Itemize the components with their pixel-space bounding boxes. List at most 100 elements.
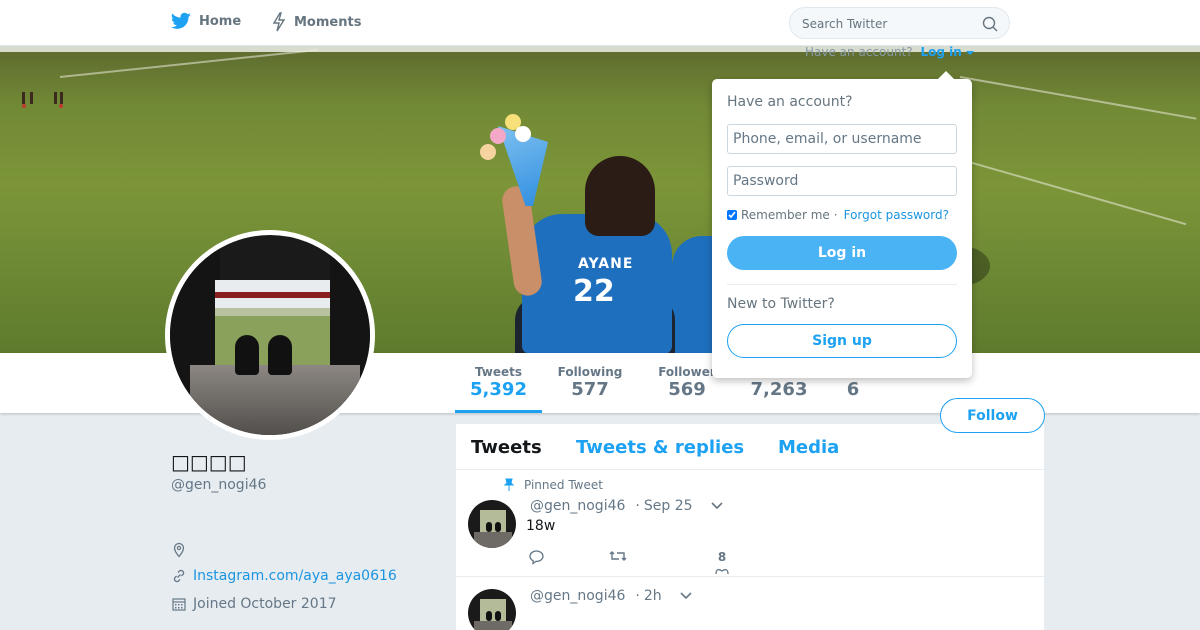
lightning-bolt-icon — [272, 12, 286, 32]
username-field[interactable] — [727, 124, 957, 154]
calendar-icon — [172, 598, 186, 611]
remember-separator: · — [833, 208, 838, 222]
search-icon[interactable] — [982, 16, 998, 32]
retweet-icon — [609, 551, 627, 561]
tweet-avatar-person — [495, 611, 501, 621]
tab-tweets[interactable]: Tweets — [471, 437, 542, 458]
login-link-label: Log in — [920, 45, 962, 59]
stat-following[interactable]: Following 577 — [550, 353, 630, 413]
remember-me-checkbox[interactable] — [727, 210, 737, 220]
pinned-tweet-text: Pinned Tweet — [524, 478, 603, 492]
tweet-avatar[interactable] — [468, 500, 516, 548]
caret-down-icon — [965, 51, 974, 55]
account-prompt-text: Have an account? — [805, 45, 913, 59]
heart-icon — [715, 568, 729, 574]
banner-flower — [480, 144, 496, 160]
tweet-item[interactable]: @gen_nogi46 · 2h — [456, 577, 1044, 630]
tweet-separator: · — [635, 498, 640, 514]
tweet-avatar-person — [486, 522, 492, 532]
tab-media[interactable]: Media — [778, 437, 839, 458]
profile-joined-label: Joined October 2017 — [193, 596, 337, 612]
profile-location — [171, 542, 187, 558]
banner-horizon — [0, 46, 1200, 52]
twitter-bird-icon — [171, 12, 191, 29]
reply-icon — [529, 550, 544, 565]
banner-flower — [515, 126, 531, 142]
stat-tweets[interactable]: Tweets 5,392 — [455, 353, 542, 413]
profile-website-link[interactable]: Instagram.com/aya_aya0616 — [193, 568, 397, 584]
tweet-avatar-floor — [474, 621, 512, 630]
jersey-number: 22 — [573, 274, 615, 309]
password-field[interactable] — [727, 166, 957, 196]
login-divider — [727, 284, 957, 285]
tweet-separator: · — [635, 588, 640, 604]
nav-home[interactable]: Home — [171, 12, 241, 30]
background-players — [20, 92, 70, 108]
stat-following-value: 577 — [571, 379, 609, 400]
remember-me-label[interactable]: Remember me — [741, 208, 830, 222]
banner-flower — [490, 128, 506, 144]
tweet-timestamp[interactable]: Sep 25 — [644, 498, 693, 514]
chevron-down-icon[interactable] — [710, 502, 723, 510]
tweet-timestamp[interactable]: 2h — [644, 588, 662, 604]
tweet-text: 18w — [526, 518, 556, 534]
search-box — [789, 7, 1010, 39]
tweet-header: @gen_nogi46 · 2h — [530, 588, 692, 604]
tab-tweets-and-replies[interactable]: Tweets & replies — [576, 437, 744, 458]
reply-button[interactable] — [528, 549, 545, 565]
tweet-avatar-window — [480, 599, 506, 621]
follow-button[interactable]: Follow — [940, 398, 1045, 433]
profile-name[interactable]: □□□□ — [171, 450, 247, 474]
pin-icon — [504, 478, 514, 491]
stat-followers-value: 569 — [668, 379, 706, 400]
avatar-person — [268, 335, 292, 375]
tweet-avatar-floor — [474, 532, 512, 548]
login-dropdown: Have an account? Remember me · Forgot pa… — [712, 71, 972, 378]
avatar-person — [235, 335, 259, 375]
tweet-avatar-window — [480, 510, 506, 532]
login-dropdown-toggle[interactable]: Log in — [920, 45, 974, 59]
nav-moments[interactable]: Moments — [272, 12, 361, 32]
stat-lists-value: 6 — [846, 379, 860, 400]
stat-following-label: Following — [557, 365, 623, 379]
tweet-item[interactable]: Pinned Tweet @gen_nogi46 · Sep 25 18w 8 — [456, 470, 1044, 577]
field-line — [59, 48, 319, 78]
jersey-name: AYANE — [578, 256, 634, 272]
tweet-handle[interactable]: @gen_nogi46 — [530, 588, 625, 604]
account-prompt: Have an account? Log in — [805, 45, 974, 59]
profile-avatar[interactable] — [165, 230, 375, 440]
signup-button[interactable]: Sign up — [727, 324, 957, 358]
link-icon — [173, 569, 185, 583]
forgot-password-link[interactable]: Forgot password? — [844, 208, 949, 222]
search-input[interactable] — [802, 14, 972, 34]
field-line — [959, 76, 1197, 120]
login-button[interactable]: Log in — [727, 236, 957, 270]
stat-tweets-value: 5,392 — [470, 379, 527, 400]
like-button[interactable]: 8 — [714, 550, 730, 574]
new-to-twitter-label: New to Twitter? — [727, 296, 835, 312]
chevron-down-icon[interactable] — [680, 592, 692, 600]
tweet-handle[interactable]: @gen_nogi46 — [530, 498, 625, 514]
timeline: Tweets Tweets & replies Media Pinned Twe… — [456, 424, 1044, 630]
tweet-avatar-person — [486, 611, 492, 621]
location-pin-icon — [173, 542, 185, 558]
nav-moments-label: Moments — [294, 14, 362, 30]
tweet-avatar[interactable] — [468, 589, 516, 630]
profile-website: Instagram.com/aya_aya0616 — [171, 568, 397, 584]
nav-home-label: Home — [199, 13, 242, 29]
like-count: 8 — [717, 550, 727, 564]
pinned-tweet-label: Pinned Tweet — [504, 478, 603, 492]
tweet-avatar-person — [495, 522, 501, 532]
banner-player-hair — [585, 156, 655, 236]
avatar-roof — [215, 292, 330, 298]
stat-tweets-label: Tweets — [474, 365, 523, 379]
top-navigation: Home Moments — [0, 0, 1200, 46]
stat-likes-value: 7,263 — [750, 379, 808, 400]
profile-joined: Joined October 2017 — [171, 596, 337, 612]
retweet-button[interactable] — [609, 549, 627, 563]
avatar-floor — [190, 365, 360, 435]
remember-me-row: Remember me · Forgot password? — [727, 208, 949, 222]
login-dropdown-title: Have an account? — [727, 94, 853, 110]
profile-handle[interactable]: @gen_nogi46 — [171, 477, 266, 493]
tweet-header: @gen_nogi46 · Sep 25 — [530, 498, 723, 514]
